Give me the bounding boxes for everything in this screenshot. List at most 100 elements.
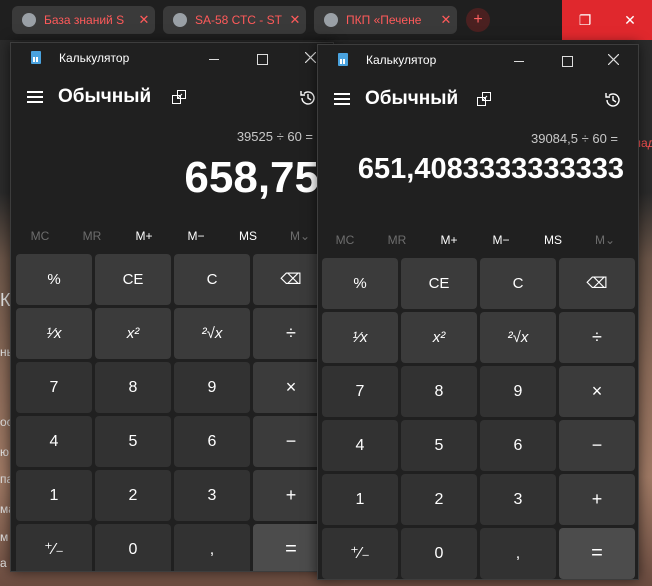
clear-entry-button[interactable]: CE — [95, 254, 171, 305]
title-bar[interactable]: Калькулятор — [11, 43, 333, 73]
memory-subtract-button[interactable]: M− — [478, 233, 524, 247]
calculator-app-icon — [31, 51, 41, 64]
digit-7-button[interactable]: 7 — [16, 362, 92, 413]
digit-5-button[interactable]: 5 — [95, 416, 171, 467]
title-bar[interactable]: Калькулятор — [318, 45, 638, 75]
minimize-icon — [209, 58, 219, 60]
digit-6-button[interactable]: 6 — [480, 420, 556, 471]
new-tab-button[interactable]: + — [466, 8, 490, 32]
clear-button[interactable]: C — [480, 258, 556, 309]
digit-3-button[interactable]: 3 — [174, 470, 250, 521]
add-button[interactable]: + — [559, 474, 635, 525]
subtract-button[interactable]: − — [559, 420, 635, 471]
divide-button[interactable]: ÷ — [559, 312, 635, 363]
browser-tab[interactable]: SA-58 СТС - ST ✕ — [163, 6, 306, 34]
close-tab-icon[interactable]: ✕ — [284, 12, 306, 28]
memory-row: MC MR M+ M− MS M⌄ — [318, 233, 638, 255]
digit-9-button[interactable]: 9 — [174, 362, 250, 413]
equals-button[interactable]: = — [559, 528, 635, 579]
square-button[interactable]: x² — [401, 312, 477, 363]
mode-title: Обычный — [365, 88, 459, 109]
memory-clear-button[interactable]: MC — [17, 229, 63, 243]
digit-8-button[interactable]: 8 — [95, 362, 171, 413]
clear-entry-button[interactable]: CE — [401, 258, 477, 309]
digit-4-button[interactable]: 4 — [322, 420, 398, 471]
digit-9-button[interactable]: 9 — [480, 366, 556, 417]
digit-8-button[interactable]: 8 — [401, 366, 477, 417]
keep-on-top-icon[interactable] — [172, 90, 186, 104]
memory-recall-button[interactable]: MR — [374, 233, 420, 247]
expression: 39084,5 ÷ 60 = — [530, 131, 618, 146]
history-icon[interactable] — [299, 89, 317, 107]
close-icon — [607, 53, 619, 66]
negate-button[interactable]: ⁺⁄₋ — [322, 528, 398, 579]
minimize-icon — [514, 60, 524, 62]
close-window-button[interactable]: ✕ — [608, 0, 652, 40]
negate-button[interactable]: ⁺⁄₋ — [16, 524, 92, 571]
maximize-button[interactable] — [239, 43, 285, 73]
percent-button[interactable]: % — [322, 258, 398, 309]
keep-on-top-icon[interactable] — [477, 92, 491, 106]
digit-2-button[interactable]: 2 — [95, 470, 171, 521]
digit-6-button[interactable]: 6 — [174, 416, 250, 467]
square-root-button[interactable]: ²√x — [174, 308, 250, 359]
close-button[interactable] — [590, 45, 636, 75]
percent-button[interactable]: % — [16, 254, 92, 305]
maximize-icon — [561, 55, 573, 67]
memory-clear-button[interactable]: MC — [322, 233, 368, 247]
close-icon — [304, 51, 316, 64]
digit-1-button[interactable]: 1 — [16, 470, 92, 521]
restore-window-button[interactable]: ❐ — [562, 0, 608, 40]
maximize-button[interactable] — [544, 45, 590, 75]
square-root-button[interactable]: ²√x — [480, 312, 556, 363]
clear-button[interactable]: C — [174, 254, 250, 305]
digit-0-button[interactable]: 0 — [401, 528, 477, 579]
decimal-button[interactable]: , — [480, 528, 556, 579]
minimize-button[interactable] — [191, 43, 237, 73]
decimal-button[interactable]: , — [174, 524, 250, 571]
browser-tab-active[interactable]: ПКП «Печене ✕ — [314, 6, 457, 34]
tab-title: SA-58 СТС - ST — [195, 13, 282, 27]
browser-tab[interactable]: База знаний S ✕ — [12, 6, 155, 34]
menu-icon[interactable] — [27, 91, 43, 103]
menu-icon[interactable] — [334, 93, 350, 105]
calculator-app-icon — [338, 53, 348, 66]
square-button[interactable]: x² — [95, 308, 171, 359]
reciprocal-button[interactable]: ¹⁄x — [16, 308, 92, 359]
memory-subtract-button[interactable]: M− — [173, 229, 219, 243]
digit-1-button[interactable]: 1 — [322, 474, 398, 525]
close-icon: ✕ — [624, 12, 636, 28]
tab-title: База знаний S — [44, 13, 125, 27]
memory-add-button[interactable]: M+ — [121, 229, 167, 243]
memory-store-button[interactable]: MS — [225, 229, 271, 243]
minimize-button[interactable] — [496, 45, 542, 75]
close-tab-icon[interactable]: ✕ — [133, 12, 155, 28]
browser-tab-strip: База знаний S ✕ SA-58 СТС - ST ✕ ПКП «Пе… — [0, 0, 652, 40]
memory-recall-button[interactable]: MR — [69, 229, 115, 243]
maximize-icon — [256, 53, 268, 65]
close-tab-icon[interactable]: ✕ — [435, 12, 457, 28]
memory-list-button[interactable]: M⌄ — [582, 233, 628, 247]
calculator-window: Калькулятор Обычный 39525 ÷ 60 = 658,75 … — [10, 42, 334, 572]
digit-7-button[interactable]: 7 — [322, 366, 398, 417]
tab-title: ПКП «Печене — [346, 13, 422, 27]
window-title: Калькулятор — [366, 53, 437, 67]
multiply-button[interactable]: × — [559, 366, 635, 417]
calculator-window: Калькулятор Обычный 39084,5 ÷ 60 = 651, 4… — [317, 44, 639, 580]
memory-store-button[interactable]: MS — [530, 233, 576, 247]
digit-5-button[interactable]: 5 — [401, 420, 477, 471]
digit-0-button[interactable]: 0 — [95, 524, 171, 571]
globe-icon — [173, 13, 187, 27]
digit-2-button[interactable]: 2 — [401, 474, 477, 525]
globe-icon — [324, 13, 338, 27]
digit-3-button[interactable]: 3 — [480, 474, 556, 525]
restore-icon: ❐ — [578, 12, 592, 28]
result-display: 658,75 — [184, 153, 319, 202]
history-icon[interactable] — [604, 91, 622, 109]
memory-add-button[interactable]: M+ — [426, 233, 472, 247]
digit-4-button[interactable]: 4 — [16, 416, 92, 467]
backspace-button[interactable]: ⌫ — [559, 258, 635, 309]
mode-title: Обычный — [58, 86, 152, 107]
reciprocal-button[interactable]: ¹⁄x — [322, 312, 398, 363]
expression: 39525 ÷ 60 = — [236, 129, 313, 144]
